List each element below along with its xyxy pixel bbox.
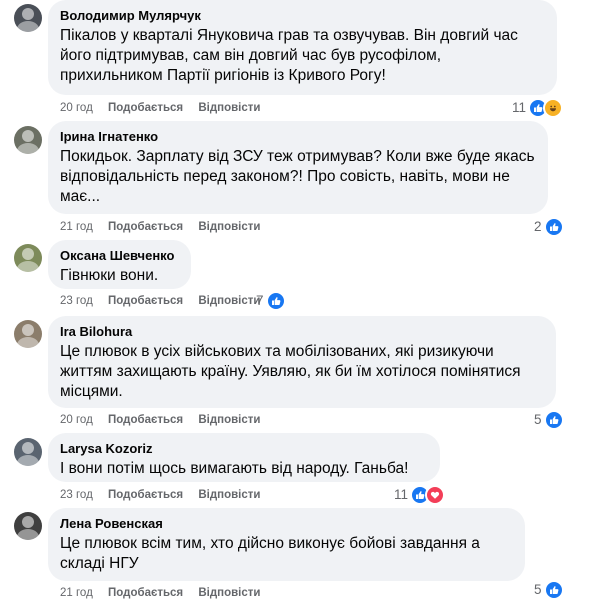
comment-author[interactable]: Ірина Ігнатенко xyxy=(60,129,536,145)
comment-meta: 20 год Подобається Відповісти xyxy=(60,101,272,115)
comment-meta: 23 год Подобається Відповісти xyxy=(60,488,272,502)
reaction-count: 5 xyxy=(534,412,542,427)
like-button[interactable]: Подобається xyxy=(108,220,183,234)
reply-button[interactable]: Відповісти xyxy=(198,586,260,600)
avatar[interactable] xyxy=(14,320,42,348)
comment-author[interactable]: Larysa Kozoriz xyxy=(60,441,428,457)
like-button[interactable]: Подобається xyxy=(108,294,183,308)
reaction-count: 7 xyxy=(256,293,264,308)
comment-author[interactable]: Володимир Мулярчук xyxy=(60,8,545,24)
comment-time[interactable]: 23 год xyxy=(60,488,93,502)
like-icon xyxy=(543,580,564,600)
reaction-count: 11 xyxy=(512,100,527,115)
avatar[interactable] xyxy=(14,438,42,466)
comment-bubble: Оксана Шевченко Гівнюки вони. xyxy=(48,240,191,289)
comment-time[interactable]: 20 год xyxy=(60,101,93,115)
comment-text: Гівнюки вони. xyxy=(60,267,159,284)
reaction-count: 5 xyxy=(534,582,542,597)
like-button[interactable]: Подобається xyxy=(108,488,183,502)
reaction-summary[interactable]: 11 xyxy=(512,98,564,118)
comment-meta: 20 год Подобається Відповісти xyxy=(60,413,272,427)
avatar[interactable] xyxy=(14,244,42,272)
comment-time[interactable]: 21 год xyxy=(60,220,93,234)
comment-text: Пікалов у кварталі Януковича грав та озв… xyxy=(60,27,518,84)
like-button[interactable]: Подобається xyxy=(108,413,183,427)
comment-meta: 23 год Подобається Відповісти xyxy=(60,294,272,308)
comment-author[interactable]: Лена Ровенская xyxy=(60,516,513,532)
comment-meta: 21 год Подобається Відповісти xyxy=(60,586,272,600)
reply-button[interactable]: Відповісти xyxy=(198,220,260,234)
avatar[interactable] xyxy=(14,126,42,154)
comment-time[interactable]: 21 год xyxy=(60,586,93,600)
reply-button[interactable]: Відповісти xyxy=(198,488,260,502)
avatar[interactable] xyxy=(14,512,42,540)
comment-meta: 21 год Подобається Відповісти xyxy=(60,220,272,234)
comment-text: Покидьок. Зарплату від ЗСУ теж отримував… xyxy=(60,148,535,205)
reaction-summary[interactable]: 2 xyxy=(534,217,564,237)
like-icon xyxy=(543,410,564,430)
comment-bubble: Ірина Ігнатенко Покидьок. Зарплату від З… xyxy=(48,121,548,214)
love-icon xyxy=(425,485,446,505)
reply-button[interactable]: Відповісти xyxy=(198,413,260,427)
reply-button[interactable]: Відповісти xyxy=(198,294,260,308)
avatar[interactable] xyxy=(14,4,42,32)
comment-bubble: Лена Ровенская Це плювок всім тим, хто д… xyxy=(48,508,525,581)
reaction-summary[interactable]: 5 xyxy=(534,580,564,600)
reaction-count: 11 xyxy=(394,487,409,502)
haha-icon xyxy=(543,98,564,118)
comment-time[interactable]: 23 год xyxy=(60,294,93,308)
reaction-summary[interactable]: 7 xyxy=(256,291,286,311)
like-icon xyxy=(543,217,564,237)
reaction-summary[interactable]: 5 xyxy=(534,410,564,430)
comment-text: Це плювок в усіх військових та мобілізов… xyxy=(60,343,521,400)
comment-author[interactable]: Ira Bilohura xyxy=(60,324,544,340)
comment-bubble: Володимир Мулярчук Пікалов у кварталі Ян… xyxy=(48,0,557,95)
like-icon xyxy=(265,291,286,311)
reaction-summary[interactable]: 11 xyxy=(394,485,446,505)
like-button[interactable]: Подобається xyxy=(108,586,183,600)
comment-bubble: Ira Bilohura Це плювок в усіх військових… xyxy=(48,316,556,408)
reaction-count: 2 xyxy=(534,219,542,234)
comment-time[interactable]: 20 год xyxy=(60,413,93,427)
like-button[interactable]: Подобається xyxy=(108,101,183,115)
reply-button[interactable]: Відповісти xyxy=(198,101,260,115)
comment-author[interactable]: Оксана Шевченко xyxy=(60,248,179,264)
comment-text: І вони потім щось вимагають від народу. … xyxy=(60,460,409,477)
comment-text: Це плювок всім тим, хто дійсно виконує б… xyxy=(60,535,480,572)
comment-bubble: Larysa Kozoriz І вони потім щось вимагаю… xyxy=(48,433,440,482)
